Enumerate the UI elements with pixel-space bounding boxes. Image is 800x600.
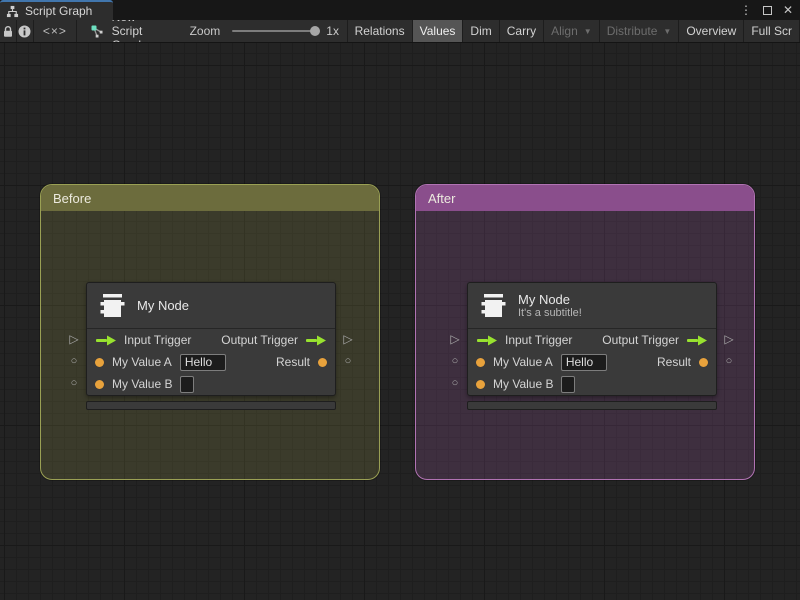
overview-button[interactable]: Overview	[679, 20, 745, 42]
trigger-arrow-icon[interactable]	[476, 335, 498, 346]
node-my-node-after[interactable]: ▷ ○ ○ ▷ ○ My Node It's a subtitle! Input…	[450, 282, 734, 410]
tab-title: Script Graph	[25, 4, 93, 18]
graph-asset-icon	[90, 24, 105, 39]
group-before-header[interactable]: Before	[41, 185, 379, 211]
zoom-slider-handle[interactable]	[310, 26, 321, 36]
group-title: Before	[53, 190, 92, 206]
zoom-slider-track[interactable]	[232, 30, 321, 32]
fullscreen-button[interactable]: Full Scr	[744, 20, 800, 42]
value-port-dot[interactable]	[699, 357, 708, 367]
node-title: My Node	[518, 291, 571, 307]
node-subtitle: It's a subtitle!	[518, 306, 582, 319]
window-menu-icon[interactable]: ⋮	[740, 0, 752, 20]
node-icon	[97, 291, 127, 321]
node-header[interactable]: My Node It's a subtitle!	[468, 283, 716, 329]
info-icon	[18, 25, 31, 38]
node-my-node-before[interactable]: ▷ ○ ○ ▷ ○ My Node Input Trigger Output T…	[69, 282, 353, 410]
titlebar: Script Graph ⋮ ✕	[0, 0, 800, 20]
my-value-b-port[interactable]: ○	[66, 377, 82, 389]
trigger-row: Input Trigger Output Trigger	[87, 329, 335, 351]
align-dropdown[interactable]: Align ▼	[544, 20, 600, 42]
value-port-dot[interactable]	[318, 357, 327, 367]
my-value-b-input[interactable]	[561, 375, 576, 393]
trigger-arrow-icon[interactable]	[305, 335, 327, 346]
input-trigger-port[interactable]: ▷	[66, 333, 82, 345]
zoom-slider[interactable]	[232, 20, 321, 42]
trigger-arrow-icon[interactable]	[95, 335, 117, 346]
chevron-down-icon: ▼	[583, 26, 592, 36]
value-a-row: My Value A Result	[87, 351, 335, 373]
chevron-down-icon: ▼	[663, 26, 672, 36]
tab-script-graph[interactable]: Script Graph	[0, 0, 113, 20]
lock-icon	[2, 25, 14, 38]
lock-button[interactable]	[0, 20, 17, 42]
my-value-b-input[interactable]	[180, 375, 195, 393]
maximize-icon[interactable]	[762, 5, 772, 15]
node-header[interactable]: My Node	[87, 283, 335, 329]
relations-button[interactable]: Relations	[348, 20, 413, 42]
value-b-row: My Value B	[87, 373, 335, 395]
node-footer-bar	[467, 401, 717, 410]
trigger-arrow-icon[interactable]	[686, 335, 708, 346]
result-port[interactable]: ○	[721, 355, 737, 367]
input-trigger-port[interactable]: ▷	[447, 333, 463, 345]
value-port-dot[interactable]	[476, 357, 485, 367]
node-footer-bar	[86, 401, 336, 410]
my-value-a-input[interactable]	[179, 353, 226, 371]
carry-button[interactable]: Carry	[500, 20, 545, 42]
my-value-b-port[interactable]: ○	[447, 377, 463, 389]
values-button[interactable]: Values	[412, 20, 464, 42]
value-a-row: My Value A Result	[468, 351, 716, 373]
node-title: My Node	[137, 298, 190, 313]
group-after-header[interactable]: After	[416, 185, 754, 211]
value-port-dot[interactable]	[95, 379, 104, 389]
graph-toolbar: <×> New Script Graph Zoom 1x Relations V…	[0, 20, 800, 43]
close-icon[interactable]: ✕	[783, 0, 793, 20]
my-value-a-port[interactable]: ○	[447, 355, 463, 367]
node-icon	[478, 291, 508, 321]
code-view-toggle[interactable]: <×>	[34, 20, 78, 42]
output-trigger-port[interactable]: ▷	[721, 333, 737, 345]
value-port-dot[interactable]	[95, 357, 104, 367]
graph-canvas[interactable]: Before After ▷ ○ ○ ▷ ○ My Node Input Tri…	[0, 43, 800, 600]
output-trigger-port[interactable]: ▷	[340, 333, 356, 345]
window-controls: ⋮ ✕	[740, 0, 793, 20]
trigger-row: Input Trigger Output Trigger	[468, 329, 716, 351]
script-graph-hierarchy-icon	[6, 5, 19, 18]
distribute-dropdown[interactable]: Distribute ▼	[600, 20, 680, 42]
zoom-label: Zoom	[189, 24, 221, 38]
value-b-row: My Value B	[468, 373, 716, 395]
value-port-dot[interactable]	[476, 379, 485, 389]
dim-button[interactable]: Dim	[463, 20, 500, 42]
result-port[interactable]: ○	[340, 355, 356, 367]
my-value-a-input[interactable]	[560, 353, 607, 371]
my-value-a-port[interactable]: ○	[66, 355, 82, 367]
graph-name-breadcrumb[interactable]: New Script Graph	[86, 20, 165, 42]
info-button[interactable]	[17, 20, 34, 42]
group-title: After	[428, 190, 456, 206]
zoom-value: 1x	[326, 24, 339, 38]
